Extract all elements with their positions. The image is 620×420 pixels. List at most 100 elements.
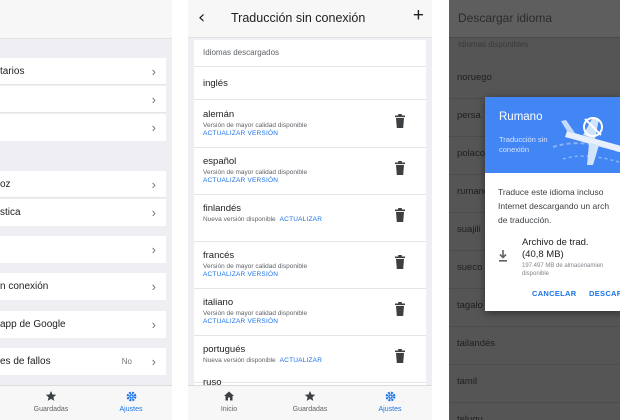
language-name: noruego bbox=[457, 72, 492, 83]
list-item-language[interactable]: español Versión de mayor calidad disponi… bbox=[194, 147, 426, 195]
chevron-right-icon: › bbox=[151, 242, 156, 257]
language-name: telugu bbox=[457, 414, 483, 420]
trash-icon[interactable] bbox=[394, 114, 406, 128]
dialog-header: Rumano Traducción sin conexión bbox=[485, 97, 620, 173]
language-note-line: Nueva versión disponible ACTUALIZAR bbox=[203, 216, 322, 223]
language-note: Versión de mayor calidad disponible bbox=[203, 122, 308, 129]
language-name: español bbox=[203, 156, 237, 167]
list-item-language[interactable]: francés Versión de mayor calidad disponi… bbox=[194, 241, 426, 289]
bottom-nav: Guardadas Ajustes bbox=[0, 385, 172, 420]
chevron-right-icon: › bbox=[151, 92, 156, 107]
update-link[interactable]: ACTUALIZAR bbox=[280, 216, 322, 223]
trash-icon[interactable] bbox=[394, 208, 406, 222]
settings-row[interactable]: › bbox=[0, 86, 166, 113]
home-icon bbox=[199, 390, 259, 404]
settings-row-label: oz bbox=[0, 179, 11, 190]
language-note: Versión de mayor calidad disponible bbox=[203, 310, 308, 317]
settings-row-label: tarios bbox=[0, 66, 25, 77]
update-version-link[interactable]: ACTUALIZAR VERSIÓN bbox=[203, 318, 278, 325]
language-note: Versión de mayor calidad disponible bbox=[203, 263, 308, 270]
star-icon bbox=[280, 390, 340, 404]
language-note: Versión de mayor calidad disponible bbox=[203, 169, 308, 176]
download-language-panel: Descargar idioma Idiomas disponibles nor… bbox=[449, 0, 620, 420]
list-item-language[interactable]: alemán Versión de mayor calidad disponib… bbox=[194, 100, 426, 148]
list-item-language[interactable]: noruego bbox=[449, 60, 620, 99]
language-name: italiano bbox=[203, 297, 234, 308]
trash-icon[interactable] bbox=[394, 302, 406, 316]
settings-row-crash-reports[interactable]: es de fallos No › bbox=[0, 348, 166, 375]
language-name: tailandés bbox=[457, 338, 496, 349]
settings-row[interactable]: › bbox=[0, 114, 166, 141]
settings-row-offline[interactable]: n conexión › bbox=[0, 273, 166, 300]
section-header: Idiomas disponibles bbox=[458, 40, 529, 49]
download-top-bar: Descargar idioma bbox=[449, 0, 620, 38]
list-item-language[interactable]: tamil bbox=[449, 364, 620, 403]
chevron-right-icon: › bbox=[151, 177, 156, 192]
chevron-right-icon: › bbox=[151, 64, 156, 79]
dialog-body-line: de traducción. bbox=[498, 215, 552, 225]
trash-icon[interactable] bbox=[394, 255, 406, 269]
nav-label: Guardadas bbox=[292, 406, 328, 413]
download-button[interactable]: DESCAR bbox=[589, 289, 620, 298]
language-name: tamil bbox=[457, 376, 478, 387]
language-name: suajili bbox=[457, 224, 481, 235]
settings-row-comentarios[interactable]: tarios › bbox=[0, 58, 166, 85]
list-item-language[interactable]: italiano Versión de mayor calidad dispon… bbox=[194, 288, 426, 336]
section-header-label: Idiomas descargados bbox=[203, 48, 280, 57]
gear-icon bbox=[101, 390, 161, 404]
list-item-language[interactable]: telugu bbox=[449, 402, 620, 420]
nav-guardadas[interactable]: Guardadas bbox=[21, 390, 81, 413]
trash-icon[interactable] bbox=[394, 349, 406, 363]
bottom-nav: Inicio Guardadas Ajustes bbox=[188, 385, 432, 420]
trash-icon[interactable] bbox=[394, 161, 406, 175]
settings-row-estadistica[interactable]: stica › bbox=[0, 199, 166, 226]
nav-ajustes[interactable]: Ajustes bbox=[101, 390, 161, 413]
nav-ajustes[interactable]: Ajustes bbox=[360, 390, 420, 413]
language-name: persa bbox=[457, 110, 481, 121]
settings-row-label: app de Google bbox=[0, 319, 66, 330]
list-item-language[interactable]: finlandés Nueva versión disponible ACTUAL… bbox=[194, 194, 426, 242]
nav-inicio[interactable]: Inicio bbox=[199, 390, 259, 413]
language-note: Nueva versión disponible bbox=[203, 357, 276, 364]
language-name: finlandés bbox=[203, 203, 242, 214]
airplane-offline-illustration bbox=[553, 117, 620, 165]
language-note: Nueva versión disponible bbox=[203, 216, 276, 223]
dialog-body: Traduce este idioma incluso Internet des… bbox=[498, 185, 620, 227]
chevron-right-icon: › bbox=[151, 354, 156, 369]
dialog-body-line: Internet descargando un arch bbox=[498, 201, 610, 211]
settings-row-voz[interactable]: oz › bbox=[0, 171, 166, 198]
chevron-right-icon: › bbox=[151, 205, 156, 220]
update-link[interactable]: ACTUALIZAR bbox=[280, 357, 322, 364]
settings-row[interactable]: › bbox=[0, 236, 166, 263]
cancel-button[interactable]: CANCELAR bbox=[532, 289, 576, 298]
storage-available-suffix: disponible bbox=[522, 271, 550, 277]
section-header: Idiomas descargados bbox=[194, 40, 426, 67]
dialog-body-line: Traduce este idioma incluso bbox=[498, 187, 604, 197]
language-name: portugués bbox=[203, 344, 246, 355]
plus-icon: + bbox=[412, 5, 424, 26]
add-language-button[interactable]: + bbox=[413, 6, 424, 26]
update-version-link[interactable]: ACTUALIZAR VERSIÓN bbox=[203, 177, 278, 184]
settings-row-label: stica bbox=[0, 207, 21, 218]
list-item-ingles[interactable]: inglés bbox=[194, 67, 426, 100]
list-item-language[interactable]: tailandés bbox=[449, 326, 620, 365]
offline-translation-panel: ‹ Traducción sin conexión + Idiomas desc… bbox=[188, 0, 432, 420]
nav-label: Inicio bbox=[220, 406, 238, 413]
settings-panel: tarios › › › oz › stica › › n conexión ›… bbox=[0, 0, 172, 420]
nav-guardadas[interactable]: Guardadas bbox=[280, 390, 340, 413]
gear-icon bbox=[360, 390, 420, 404]
settings-row-google-app[interactable]: app de Google › bbox=[0, 311, 166, 338]
downloaded-languages-list: Idiomas descargados inglés alemán Versió… bbox=[194, 40, 426, 390]
update-version-link[interactable]: ACTUALIZAR VERSIÓN bbox=[203, 130, 278, 137]
language-note-line: Nueva versión disponible ACTUALIZAR bbox=[203, 357, 322, 364]
back-button[interactable]: ‹ bbox=[198, 8, 205, 28]
file-size: (40,8 MB) bbox=[522, 249, 564, 260]
page-title: Descargar idioma bbox=[458, 11, 553, 25]
chevron-right-icon: › bbox=[151, 279, 156, 294]
language-name: polaco bbox=[457, 148, 485, 159]
list-item-language[interactable]: portugués Nueva versión disponible ACTUAL… bbox=[194, 335, 426, 383]
update-version-link[interactable]: ACTUALIZAR VERSIÓN bbox=[203, 271, 278, 278]
storage-available: 197.497 MB de almacenamien bbox=[522, 263, 604, 269]
chevron-right-icon: › bbox=[151, 317, 156, 332]
offline-top-bar: ‹ Traducción sin conexión + bbox=[188, 0, 432, 38]
